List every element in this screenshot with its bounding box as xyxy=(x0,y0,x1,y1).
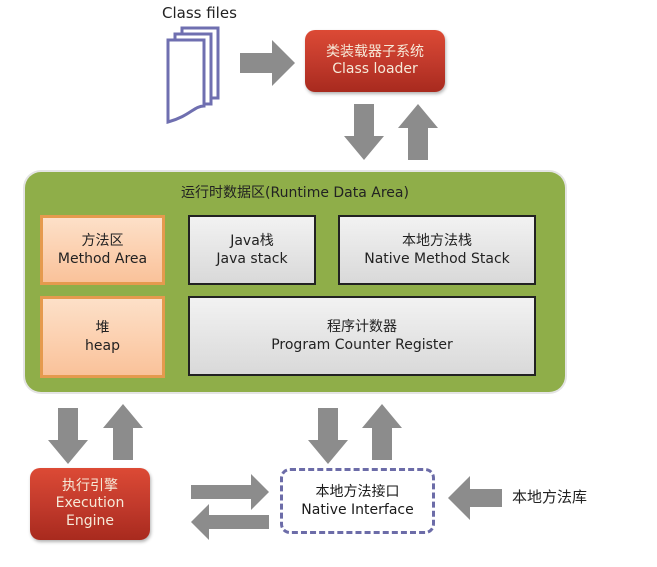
pc-register-en: Program Counter Register xyxy=(271,337,453,353)
native-method-stack-box: 本地方法栈 Native Method Stack xyxy=(338,215,536,285)
class-files-label: Class files xyxy=(162,4,237,22)
arrow-left-library-to-native-interface xyxy=(448,476,502,520)
native-method-stack-zh: 本地方法栈 xyxy=(402,232,472,249)
execution-engine-zh: 执行引擎 xyxy=(62,477,118,494)
arrow-down-rda-to-native-interface xyxy=(308,408,348,464)
method-area-box: 方法区 Method Area xyxy=(40,215,165,285)
method-area-zh: 方法区 xyxy=(81,232,124,249)
native-interface-box: 本地方法接口 Native Interface xyxy=(280,468,435,534)
class-loader-en: Class loader xyxy=(332,61,418,77)
pc-register-box: 程序计数器 Program Counter Register xyxy=(188,296,536,376)
runtime-data-area-title: 运行时数据区(Runtime Data Area) xyxy=(181,185,409,201)
heap-box: 堆 heap xyxy=(40,296,165,378)
java-stack-zh: Java栈 xyxy=(230,232,274,249)
native-library-label: 本地方法库 xyxy=(512,488,588,506)
execution-engine-en-1: Execution xyxy=(55,495,125,512)
execution-engine-en-2: Engine xyxy=(66,512,114,529)
native-method-stack-en: Native Method Stack xyxy=(364,251,510,267)
native-interface-zh: 本地方法接口 xyxy=(315,483,400,500)
arrow-right-to-loader xyxy=(240,40,295,86)
execution-engine-box: 执行引擎 Execution Engine xyxy=(30,468,150,540)
class-files-icon xyxy=(166,26,220,124)
method-area-en: Method Area xyxy=(57,251,148,267)
arrow-down-rda-to-engine xyxy=(48,408,88,464)
class-loader-zh: 类装载器子系统 xyxy=(326,43,424,60)
java-stack-box: Java栈 Java stack xyxy=(188,215,316,285)
arrow-down-loader-to-rda xyxy=(344,104,384,160)
heap-en: heap xyxy=(85,338,120,354)
native-interface-en: Native Interface xyxy=(301,502,414,518)
pc-register-zh: 程序计数器 xyxy=(327,318,397,335)
heap-zh: 堆 xyxy=(95,319,110,336)
arrow-up-engine-to-rda xyxy=(103,404,143,460)
class-loader-box: 类装载器子系统 Class loader xyxy=(305,30,445,92)
arrow-up-native-interface-to-rda xyxy=(362,404,402,460)
runtime-data-area: 运行时数据区(Runtime Data Area) 方法区 Method Are… xyxy=(25,172,565,392)
java-stack-en: Java stack xyxy=(216,251,288,267)
arrow-left-native-interface-to-engine xyxy=(191,504,269,540)
arrow-up-rda-to-loader xyxy=(398,104,438,160)
